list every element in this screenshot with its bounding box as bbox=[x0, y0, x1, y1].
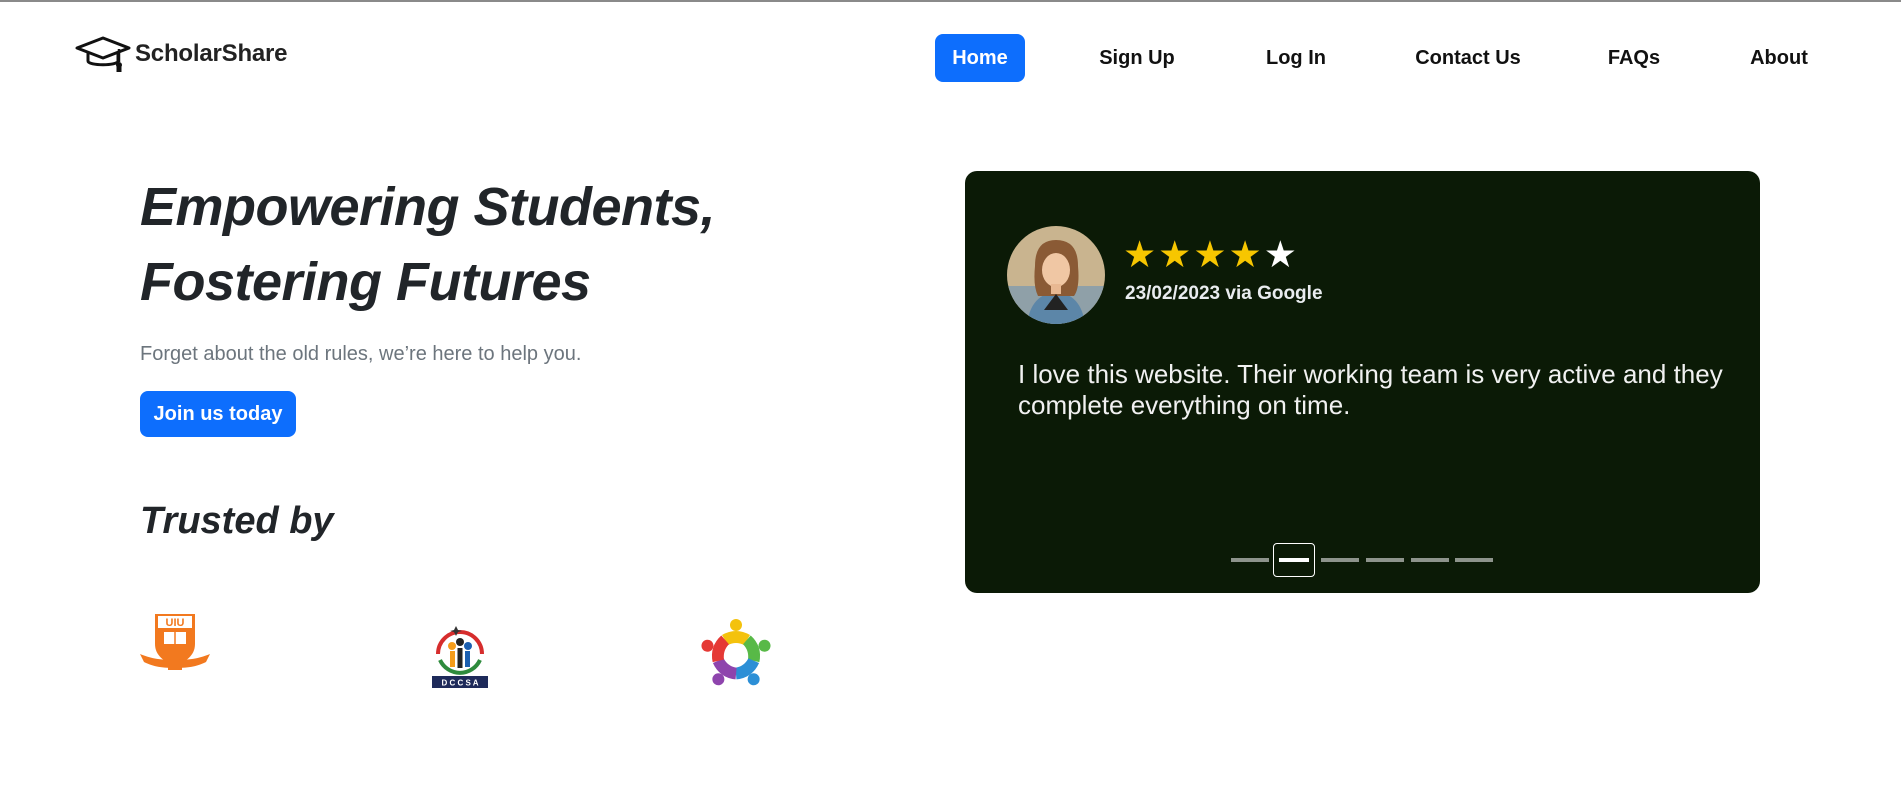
star-filled-icon: ★ bbox=[1158, 234, 1192, 275]
carousel-indicators bbox=[965, 543, 1760, 577]
dccsa-logo: D C C S A bbox=[432, 626, 488, 688]
reviewer-avatar bbox=[1007, 226, 1105, 324]
hero-title: Empowering Students, Fostering Futures bbox=[140, 170, 760, 320]
nav-sign-up[interactable]: Sign Up bbox=[1087, 34, 1187, 82]
nav-about[interactable]: About bbox=[1744, 34, 1814, 82]
dccsa-logo-text: D C C S A bbox=[441, 679, 478, 688]
hero-title-line-1: Empowering Students, bbox=[140, 177, 716, 237]
review-text: I love this website. Their working team … bbox=[1018, 359, 1723, 420]
carousel-indicator[interactable] bbox=[1321, 558, 1359, 562]
review-carousel: ★ ★ ★ ★ ★ 23/02/2023 via Google I love t… bbox=[965, 171, 1760, 593]
uiu-logo-text: UIU bbox=[166, 617, 185, 629]
nav-home[interactable]: Home bbox=[935, 34, 1025, 82]
carousel-indicator[interactable] bbox=[1455, 558, 1493, 562]
carousel-indicator-active[interactable] bbox=[1273, 543, 1315, 577]
trusted-by-heading: Trusted by bbox=[140, 500, 334, 542]
star-filled-icon: ★ bbox=[1123, 234, 1157, 275]
top-border bbox=[0, 0, 1901, 2]
review-date-source: 23/02/2023 via Google bbox=[1125, 283, 1323, 304]
reviewer-photo bbox=[1007, 226, 1105, 324]
star-empty-icon: ★ bbox=[1263, 234, 1297, 275]
carousel-indicator[interactable] bbox=[1231, 558, 1269, 562]
rating-stars: ★ ★ ★ ★ ★ bbox=[1123, 235, 1297, 275]
join-us-button[interactable]: Join us today bbox=[140, 391, 296, 437]
star-filled-icon: ★ bbox=[1228, 234, 1262, 275]
main-nav: Home Sign Up Log In Contact Us FAQs Abou… bbox=[0, 34, 1901, 82]
community-circle-logo bbox=[701, 619, 771, 686]
hero-subtitle: Forget about the old rules, we’re here t… bbox=[140, 343, 582, 365]
star-filled-icon: ★ bbox=[1193, 234, 1227, 275]
hero-title-line-2: Fostering Futures bbox=[140, 252, 591, 312]
carousel-indicator[interactable] bbox=[1411, 558, 1449, 562]
nav-contact-us[interactable]: Contact Us bbox=[1410, 34, 1526, 82]
nav-faqs[interactable]: FAQs bbox=[1604, 34, 1664, 82]
nav-log-in[interactable]: Log In bbox=[1258, 34, 1334, 82]
uiu-logo: UIU bbox=[140, 614, 210, 670]
carousel-indicator[interactable] bbox=[1366, 558, 1404, 562]
